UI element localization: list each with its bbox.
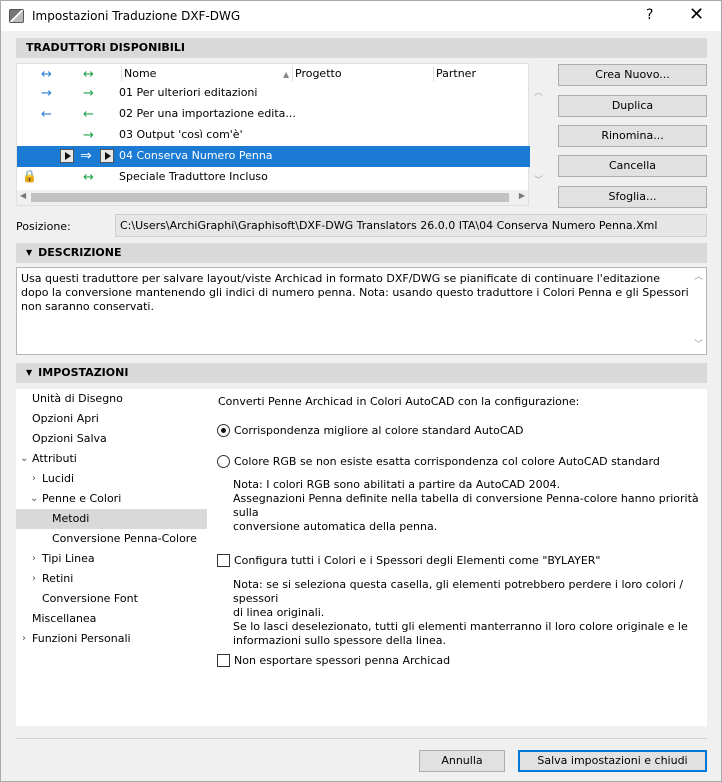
import-export-arrow-icon: ← bbox=[83, 107, 94, 122]
translator-name: 02 Per una importazione edita... bbox=[119, 107, 296, 120]
dialog-window: Impostazioni Traduzione DXF-DWG ? ✕ TRAD… bbox=[0, 0, 722, 782]
column-header-nome[interactable]: Nome bbox=[124, 67, 156, 80]
translator-row[interactable]: → → 01 Per ulteriori editazioni bbox=[17, 83, 530, 104]
scroll-up-icon[interactable]: ︿ bbox=[694, 270, 703, 284]
section-header-translators: TRADUTTORI DISPONIBILI bbox=[16, 38, 707, 58]
translator-name: 01 Per ulteriori editazioni bbox=[119, 86, 258, 99]
checkbox-no-pen-weights[interactable] bbox=[217, 654, 230, 667]
browse-button[interactable]: Sfoglia... bbox=[558, 186, 707, 208]
bidirectional-arrow-icon: ↔ bbox=[83, 67, 94, 82]
translator-row-selected[interactable]: ⇒ 04 Conserva Numero Penna bbox=[17, 146, 530, 167]
column-header-partner[interactable]: Partner bbox=[436, 67, 476, 80]
chevron-down-icon[interactable]: ⌄ bbox=[30, 489, 38, 509]
chevron-right-icon[interactable]: › bbox=[32, 549, 36, 569]
tree-item-drawing-units[interactable]: Unità di Disegno bbox=[16, 389, 207, 409]
radio-rgb-color[interactable] bbox=[217, 455, 230, 468]
save-and-close-button[interactable]: Salva impostazioni e chiudi bbox=[518, 750, 707, 772]
tree-item-fills[interactable]: › Retini bbox=[16, 569, 207, 589]
scroll-down-icon[interactable]: ﹀ bbox=[694, 338, 703, 352]
translator-row[interactable]: 🔒 ↔ Speciale Traduttore Incluso bbox=[17, 167, 530, 188]
translator-name: Speciale Traduttore Incluso bbox=[119, 170, 268, 183]
section-title-settings: IMPOSTAZIONI bbox=[38, 366, 129, 379]
horizontal-scrollbar[interactable]: ◀ ▶ bbox=[17, 190, 528, 205]
section-header-description[interactable]: ▼ DESCRIZIONE bbox=[16, 243, 707, 263]
scrollbar-thumb[interactable] bbox=[31, 193, 509, 202]
close-icon[interactable]: ✕ bbox=[689, 4, 704, 25]
translator-row[interactable]: → 03 Output 'così com'è' bbox=[17, 125, 530, 146]
collapse-triangle-icon: ▼ bbox=[26, 368, 33, 377]
title-bar: Impostazioni Traduzione DXF-DWG ? ✕ bbox=[1, 1, 721, 31]
vertical-scrollbar[interactable]: ︿ ﹀ bbox=[532, 63, 546, 206]
collapse-triangle-icon: ▼ bbox=[26, 248, 33, 257]
tree-item-attributes[interactable]: ⌄ Attributi bbox=[16, 449, 207, 469]
tree-item-open-options[interactable]: Opzioni Apri bbox=[16, 409, 207, 429]
tree-item-font-conversion[interactable]: Conversione Font bbox=[16, 589, 207, 609]
tree-item-custom-functions[interactable]: › Funzioni Personali bbox=[16, 629, 207, 649]
column-header-progetto[interactable]: Progetto bbox=[295, 67, 342, 80]
chevron-right-icon[interactable]: › bbox=[32, 569, 36, 589]
position-label: Posizione: bbox=[16, 220, 71, 233]
tree-item-methods[interactable]: Metodi bbox=[16, 509, 207, 529]
chevron-down-icon[interactable]: ⌄ bbox=[20, 449, 28, 469]
play-icon[interactable] bbox=[60, 149, 74, 163]
scroll-down-icon[interactable]: ﹀ bbox=[534, 173, 543, 186]
import-export-arrow-icon: ↔ bbox=[83, 170, 94, 185]
translator-name: 03 Output 'così com'è' bbox=[119, 128, 243, 141]
radio-best-match-label[interactable]: Corrispondenza migliore al colore standa… bbox=[234, 424, 524, 437]
chevron-right-icon[interactable]: › bbox=[32, 469, 36, 489]
tree-item-pens-colors[interactable]: ⌄ Penne e Colori bbox=[16, 489, 207, 509]
tree-item-pen-color-conversion[interactable]: Conversione Penna-Colore bbox=[16, 529, 207, 549]
tree-item-save-options[interactable]: Opzioni Salva bbox=[16, 429, 207, 449]
rename-button[interactable]: Rinomina... bbox=[558, 125, 707, 147]
delete-button[interactable]: Cancella bbox=[558, 155, 707, 177]
translator-name: 04 Conserva Numero Penna bbox=[119, 149, 273, 162]
import-export-arrow-icon: ← bbox=[41, 107, 52, 122]
import-export-arrow-icon: → bbox=[83, 128, 94, 143]
export-arrow-icon: ⇒ bbox=[80, 148, 92, 164]
description-textarea[interactable]: Usa questi traduttore per salvare layout… bbox=[16, 267, 707, 355]
scroll-up-icon[interactable]: ︿ bbox=[534, 85, 543, 98]
tree-item-miscellaneous[interactable]: Miscellanea bbox=[16, 609, 207, 629]
window-title: Impostazioni Traduzione DXF-DWG bbox=[32, 9, 241, 23]
duplicate-button[interactable]: Duplica bbox=[558, 95, 707, 117]
description-text: Usa questi traduttore per salvare layout… bbox=[21, 272, 689, 313]
radio-best-match[interactable] bbox=[217, 424, 230, 437]
sort-arrow-icon: ▲ bbox=[283, 70, 290, 79]
tree-item-line-types[interactable]: › Tipi Linea bbox=[16, 549, 207, 569]
section-title-description: DESCRIZIONE bbox=[38, 246, 122, 259]
import-export-arrow-icon: → bbox=[41, 86, 52, 101]
section-header-settings[interactable]: ▼ IMPOSTAZIONI bbox=[16, 363, 707, 383]
scroll-left-icon[interactable]: ◀ bbox=[20, 191, 26, 200]
checkbox-bylayer-label[interactable]: Configura tutti i Colori e i Spessori de… bbox=[234, 554, 600, 567]
translator-row[interactable]: ← ← 02 Per una importazione edita... bbox=[17, 104, 530, 125]
import-export-arrow-icon: → bbox=[83, 86, 94, 101]
conversion-heading: Converti Penne Archicad in Colori AutoCA… bbox=[218, 395, 580, 408]
lock-icon: 🔒 bbox=[22, 169, 37, 183]
bidirectional-arrow-icon: ↔ bbox=[41, 67, 52, 82]
help-icon[interactable]: ? bbox=[646, 7, 653, 23]
rgb-note: Nota: I colori RGB sono abilitati a part… bbox=[233, 478, 699, 533]
app-icon bbox=[9, 9, 24, 23]
scroll-right-icon[interactable]: ▶ bbox=[519, 191, 525, 200]
settings-panel: Converti Penne Archicad in Colori AutoCA… bbox=[207, 389, 707, 726]
translator-list[interactable]: ↔ ↔ Nome ▲ Progetto Partner → → 01 Per u… bbox=[16, 63, 530, 206]
position-path-field: C:\Users\ArchiGraphi\Graphisoft\DXF-DWG … bbox=[115, 214, 707, 237]
section-title-translators: TRADUTTORI DISPONIBILI bbox=[26, 41, 185, 54]
chevron-right-icon[interactable]: › bbox=[22, 629, 26, 649]
tree-item-layers[interactable]: › Lucidi bbox=[16, 469, 207, 489]
translator-list-header: ↔ ↔ Nome ▲ Progetto Partner bbox=[17, 64, 530, 84]
cancel-button[interactable]: Annulla bbox=[419, 750, 505, 772]
settings-tree[interactable]: Unità di Disegno Opzioni Apri Opzioni Sa… bbox=[16, 389, 207, 726]
checkbox-bylayer[interactable] bbox=[217, 554, 230, 567]
radio-rgb-color-label[interactable]: Colore RGB se non esiste esatta corrispo… bbox=[234, 455, 660, 468]
footer-divider bbox=[16, 738, 707, 739]
bylayer-note: Nota: se si seleziona questa casella, gl… bbox=[233, 578, 688, 647]
create-new-button[interactable]: Crea Nuovo... bbox=[558, 64, 707, 86]
play-icon[interactable] bbox=[100, 149, 114, 163]
checkbox-no-pen-weights-label[interactable]: Non esportare spessori penna Archicad bbox=[234, 654, 450, 667]
